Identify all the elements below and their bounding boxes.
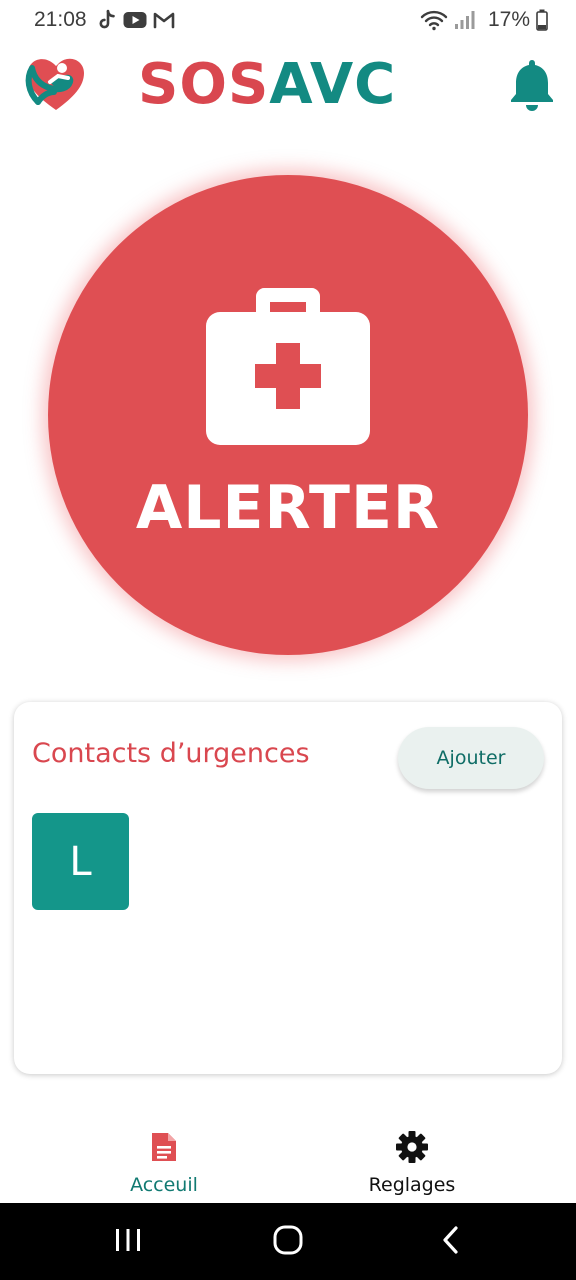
brand-sos: SOS xyxy=(138,52,270,117)
contacts-title: Contacts d’urgences xyxy=(32,738,310,769)
brand-avc: AVC xyxy=(269,52,397,117)
bell-icon[interactable] xyxy=(506,56,558,112)
first-aid-kit-icon xyxy=(206,280,370,445)
back-button[interactable] xyxy=(418,1203,482,1280)
alert-button[interactable]: ALERTER xyxy=(48,175,528,655)
nav-item-settings[interactable]: Reglages xyxy=(312,1122,512,1202)
nav-label-settings: Reglages xyxy=(368,1174,456,1196)
status-time: 21:08 xyxy=(34,8,87,31)
home-icon xyxy=(272,1224,304,1260)
battery-percent: 17% xyxy=(487,8,530,31)
status-right: 17% xyxy=(420,8,548,32)
contact-avatar[interactable]: L xyxy=(32,813,129,910)
battery-icon xyxy=(536,9,548,31)
contacts-card: Contacts d’urgences Ajouter L xyxy=(14,702,562,1074)
heart-hand-logo xyxy=(24,52,88,116)
system-nav-bar xyxy=(0,1203,576,1280)
document-icon xyxy=(147,1130,181,1164)
add-contact-button[interactable]: Ajouter xyxy=(398,727,544,789)
app-screen: 21:08 17% SOSAVC ALERTER Contacts d’urge… xyxy=(0,0,576,1280)
home-button[interactable] xyxy=(256,1203,320,1280)
gear-icon xyxy=(395,1130,429,1164)
wifi-icon xyxy=(420,9,448,31)
nav-label-home: Acceuil xyxy=(130,1174,198,1196)
nav-item-home[interactable]: Acceuil xyxy=(64,1122,264,1202)
recent-apps-icon xyxy=(114,1227,142,1257)
bottom-nav: Acceuil Reglages xyxy=(0,1122,576,1202)
gmail-icon xyxy=(153,11,175,29)
youtube-icon xyxy=(123,11,147,29)
status-bar: 21:08 17% xyxy=(0,0,576,40)
recent-apps-button[interactable] xyxy=(96,1203,160,1280)
alert-label: ALERTER xyxy=(135,473,441,543)
tiktok-icon xyxy=(97,9,117,31)
app-header: SOSAVC xyxy=(0,50,576,120)
signal-icon xyxy=(454,10,476,30)
back-icon xyxy=(440,1225,460,1259)
status-left: 21:08 xyxy=(34,8,175,32)
app-brand: SOSAVC xyxy=(138,54,396,116)
